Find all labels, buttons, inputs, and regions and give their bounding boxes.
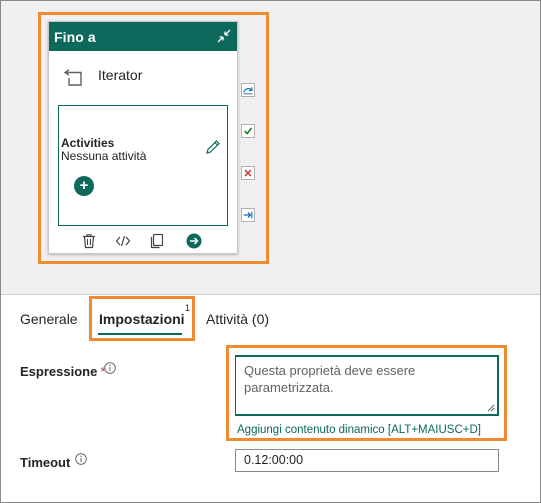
go-icon[interactable] [186, 233, 202, 249]
info-icon[interactable] [104, 362, 116, 374]
collapse-icon[interactable] [216, 28, 232, 44]
copy-icon[interactable] [149, 233, 165, 249]
activities-title: Activities [61, 136, 115, 150]
activities-container[interactable]: Activities Nessuna attività + [58, 105, 228, 226]
expression-field[interactable]: Questa proprietà deve essere parametrizz… [235, 355, 499, 416]
delete-icon[interactable] [81, 233, 97, 249]
card-title: Fino a [54, 29, 96, 45]
add-dynamic-content-link[interactable]: Aggiungi contenuto dinamico [ALT+MAIUSC+… [237, 424, 481, 436]
success-icon[interactable] [241, 124, 255, 138]
add-activity-button[interactable]: + [74, 176, 94, 196]
highlight-tab [89, 296, 195, 341]
expression-label-text: Espressione [20, 364, 98, 379]
expression-placeholder: Questa proprietà deve essere parametrizz… [244, 363, 416, 395]
activities-empty-text: Nessuna attività [61, 149, 147, 163]
expression-label: Espressione * [20, 364, 105, 379]
skip-icon[interactable] [241, 83, 255, 97]
completion-icon[interactable] [241, 208, 255, 222]
resize-handle-icon[interactable] [487, 404, 495, 412]
tab-attivita[interactable]: Attività (0) [206, 311, 269, 327]
activity-type-label: Iterator [98, 67, 143, 83]
info-icon[interactable] [75, 453, 87, 465]
pencil-icon[interactable] [205, 139, 221, 155]
code-icon[interactable] [115, 233, 131, 249]
card-header: Fino a [49, 22, 237, 51]
tab-generale[interactable]: Generale [20, 311, 78, 327]
failure-icon[interactable] [241, 166, 255, 180]
timeout-label: Timeout [20, 455, 71, 470]
timeout-input[interactable]: 0.12:00:00 [235, 449, 499, 472]
iterator-icon [63, 69, 82, 86]
until-activity-card[interactable]: Fino a Iterator Activities Nessuna attiv… [48, 21, 238, 254]
panel-divider [1, 294, 540, 295]
